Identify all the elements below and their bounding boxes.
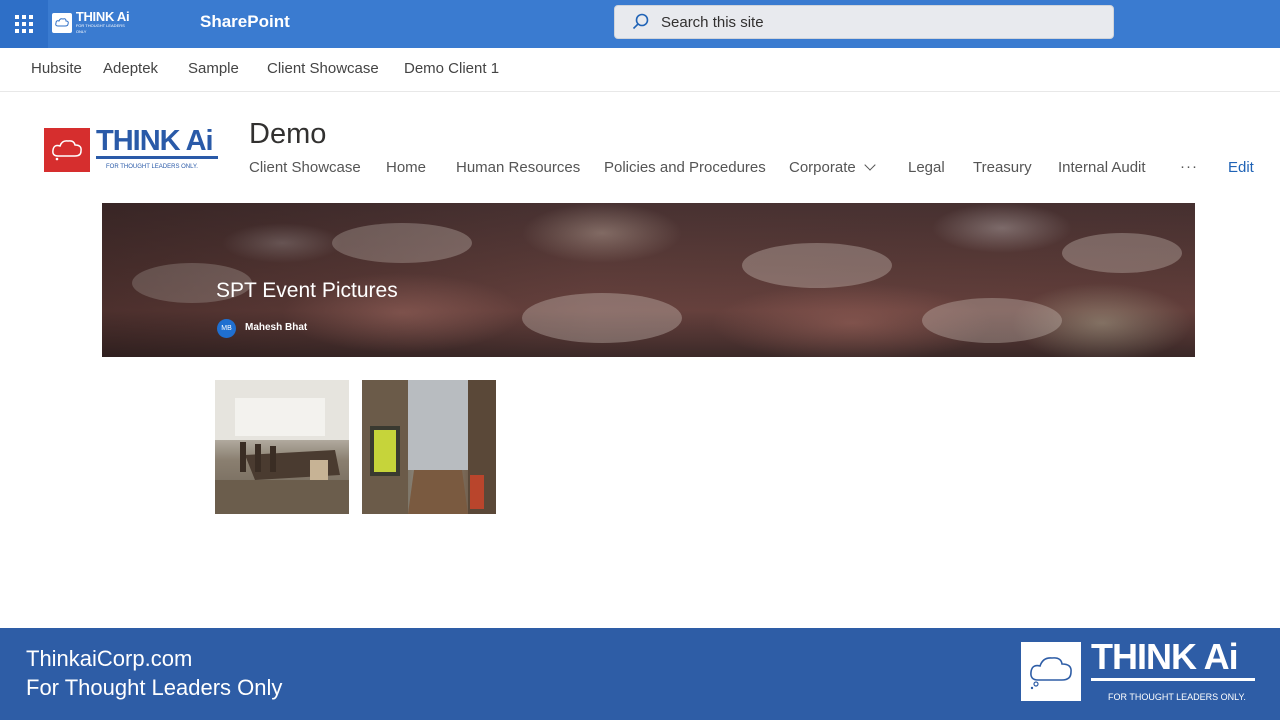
search-placeholder: Search this site <box>661 13 764 31</box>
footer-slogan: For Thought Leaders Only <box>26 675 283 700</box>
site-logo-tagline: FOR THOUGHT LEADERS ONLY. <box>106 164 198 170</box>
footer-website[interactable]: ThinkaiCorp.com <box>26 646 192 672</box>
conference-room-photo <box>215 380 349 514</box>
nav-item-policies-and-procedures[interactable]: Policies and Procedures <box>604 159 766 176</box>
hero-banner[interactable]: SPT Event Pictures MB Mahesh Bhat <box>102 203 1195 357</box>
hub-item-hubsite[interactable]: Hubsite <box>31 60 82 77</box>
app-name[interactable]: SharePoint <box>200 0 290 48</box>
office-hallway-photo <box>362 380 496 514</box>
hub-item-sample[interactable]: Sample <box>188 60 239 77</box>
edit-button[interactable]: Edit <box>1228 159 1254 176</box>
nav-item-corporate-label: Corporate <box>789 159 856 176</box>
footer-logo-underline <box>1091 678 1255 681</box>
gallery-image-office-hallway[interactable] <box>362 380 496 514</box>
site-logo-underline <box>96 156 218 159</box>
nav-item-treasury[interactable]: Treasury <box>973 159 1032 176</box>
nav-item-human-resources[interactable]: Human Resources <box>456 159 580 176</box>
footer-logo-text: THINK Ai <box>1091 636 1239 677</box>
suite-logo-text: THINK Ai FOR THOUGHT LEADERS ONLY <box>75 9 130 34</box>
more-icon[interactable]: ··· <box>1180 158 1198 175</box>
nav-item-home[interactable]: Home <box>386 159 426 176</box>
nav-item-legal[interactable]: Legal <box>908 159 945 176</box>
hub-item-demo-client-1[interactable]: Demo Client 1 <box>404 60 499 77</box>
hub-item-client-showcase[interactable]: Client Showcase <box>267 60 379 77</box>
suite-bar: THINK Ai FOR THOUGHT LEADERS ONLY ShareP… <box>0 0 1280 48</box>
chevron-down-icon <box>864 159 876 171</box>
nav-item-client-showcase[interactable]: Client Showcase <box>249 159 361 176</box>
avatar: MB <box>217 319 236 338</box>
search-icon <box>631 12 651 32</box>
hub-item-adeptek[interactable]: Adeptek <box>103 60 158 77</box>
gallery-image-conference-room[interactable] <box>215 380 349 514</box>
cloud-icon <box>44 128 90 172</box>
nav-item-corporate[interactable]: Corporate <box>789 159 876 176</box>
app-launcher-button[interactable] <box>0 0 48 48</box>
author-name: Mahesh Bhat <box>245 322 308 333</box>
site-logo[interactable]: THINK Ai FOR THOUGHT LEADERS ONLY. <box>44 126 220 174</box>
footer-logo-tagline: FOR THOUGHT LEADERS ONLY. <box>1108 692 1246 702</box>
waffle-icon <box>15 15 33 33</box>
nav-item-internal-audit[interactable]: Internal Audit <box>1058 159 1146 176</box>
footer: ThinkaiCorp.com For Thought Leaders Only… <box>0 628 1280 720</box>
hub-navigation: Hubsite Adeptek Sample Client Showcase D… <box>0 48 1280 92</box>
site-logo-text: THINK Ai <box>96 125 214 157</box>
hero-title: SPT Event Pictures <box>216 279 398 302</box>
cloud-icon <box>1021 642 1081 701</box>
search-input[interactable]: Search this site <box>614 5 1114 39</box>
cloud-icon <box>52 13 72 33</box>
site-title[interactable]: Demo <box>249 118 326 151</box>
suite-logo[interactable]: THINK Ai FOR THOUGHT LEADERS ONLY <box>52 9 136 37</box>
